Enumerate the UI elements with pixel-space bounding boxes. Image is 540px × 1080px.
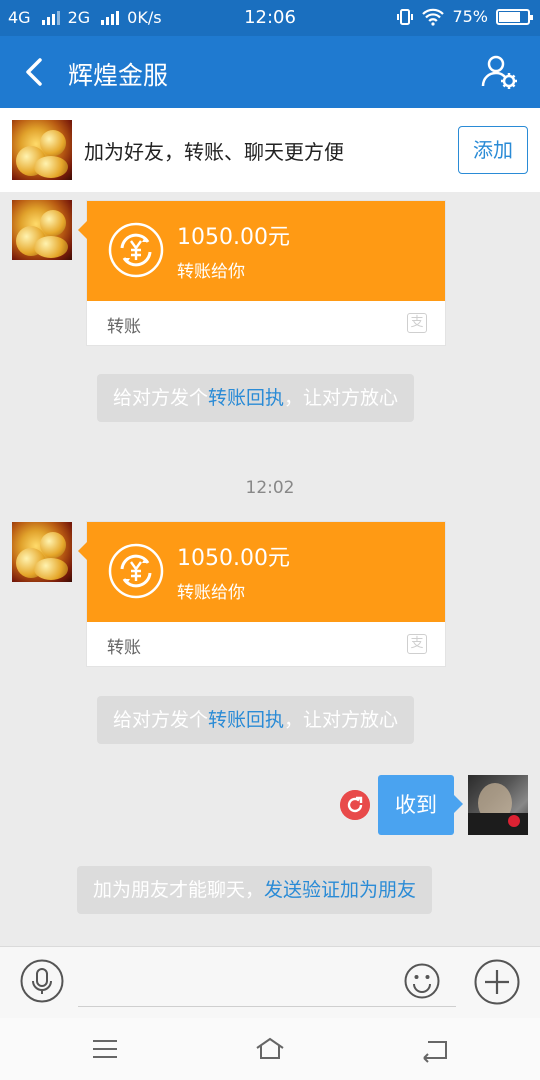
transfer-yuan-icon <box>108 543 164 599</box>
emoji-icon[interactable] <box>404 963 440 999</box>
receipt-notice-text: 给对方发个 <box>113 709 209 731</box>
add-friend-button[interactable]: 添加 <box>458 126 528 174</box>
chat-title: 辉煌金服 <box>68 61 169 90</box>
system-nav-bar <box>0 1018 540 1080</box>
transfer-type-label: 转账 <box>107 317 141 337</box>
receipt-notice: 给对方发个转账回执，让对方放心 <box>97 374 415 422</box>
contact-avatar[interactable] <box>12 120 72 180</box>
add-friend-prompt: 加为好友，转账、聊天更方便 <box>84 140 344 164</box>
message-timestamp: 12:02 <box>245 478 295 498</box>
my-avatar[interactable] <box>468 775 528 835</box>
wifi-icon <box>422 8 445 26</box>
alipay-icon: 支 <box>407 634 427 654</box>
add-friend-banner: 加为好友，转账、聊天更方便 添加 <box>0 108 540 192</box>
home-icon[interactable] <box>255 1034 285 1064</box>
battery-icon <box>496 8 533 25</box>
app-bar: 辉煌金服 <box>0 36 540 108</box>
back-arrow-icon[interactable] <box>16 50 56 94</box>
more-options-icon[interactable] <box>474 959 520 1005</box>
friend-notice-text: 加为朋友才能聊天， <box>93 879 265 901</box>
voice-input-icon[interactable] <box>20 959 64 1003</box>
sender-avatar[interactable] <box>12 200 72 260</box>
transfer-card-header: 1050.00元 转账给你 <box>78 522 445 622</box>
back-nav-icon[interactable] <box>420 1034 450 1064</box>
transfer-amount: 1050.00元 <box>177 225 290 250</box>
alipay-icon: 支 <box>407 313 427 333</box>
transfer-subtitle: 转账给你 <box>177 583 245 603</box>
receipt-notice-text: ，让对方放心 <box>284 387 399 409</box>
battery-fill <box>499 11 520 22</box>
status-bar: 4G 2G 0K/s 12:06 75% <box>0 0 540 36</box>
my-message-bubble[interactable]: 收到 <box>378 775 463 835</box>
transfer-subtitle: 转账给你 <box>177 262 245 282</box>
transfer-type-label: 转账 <box>107 638 141 658</box>
sender-avatar[interactable] <box>12 522 72 582</box>
transfer-receipt-link[interactable]: 转账回执 <box>208 709 284 731</box>
receipt-notice: 给对方发个转账回执，让对方放心 <box>97 696 415 744</box>
input-bar <box>0 946 540 1018</box>
message-input[interactable] <box>78 959 456 1007</box>
transfer-amount: 1050.00元 <box>177 546 290 571</box>
transfer-card-footer: 转账 支 <box>87 622 445 666</box>
send-verification-link[interactable]: 发送验证加为朋友 <box>264 879 416 901</box>
transfer-card-footer: 转账 支 <box>87 301 445 345</box>
friend-required-notice: 加为朋友才能聊天，发送验证加为朋友 <box>77 866 433 914</box>
transfer-card-header: 1050.00元 转账给你 <box>78 201 445 301</box>
receipt-notice-text: 给对方发个 <box>113 387 209 409</box>
transfer-card[interactable]: 1050.00元 转账给你 转账 支 <box>78 200 446 346</box>
resend-icon[interactable] <box>340 790 370 820</box>
contact-settings-icon[interactable] <box>480 52 520 92</box>
transfer-card[interactable]: 1050.00元 转账给你 转账 支 <box>78 521 446 667</box>
menu-icon[interactable] <box>90 1034 120 1064</box>
battery-percent: 75% <box>452 7 488 26</box>
transfer-receipt-link[interactable]: 转账回执 <box>208 387 284 409</box>
receipt-notice-text: ，让对方放心 <box>284 709 399 731</box>
vibrate-icon <box>397 8 414 25</box>
transfer-yuan-icon <box>108 222 164 278</box>
